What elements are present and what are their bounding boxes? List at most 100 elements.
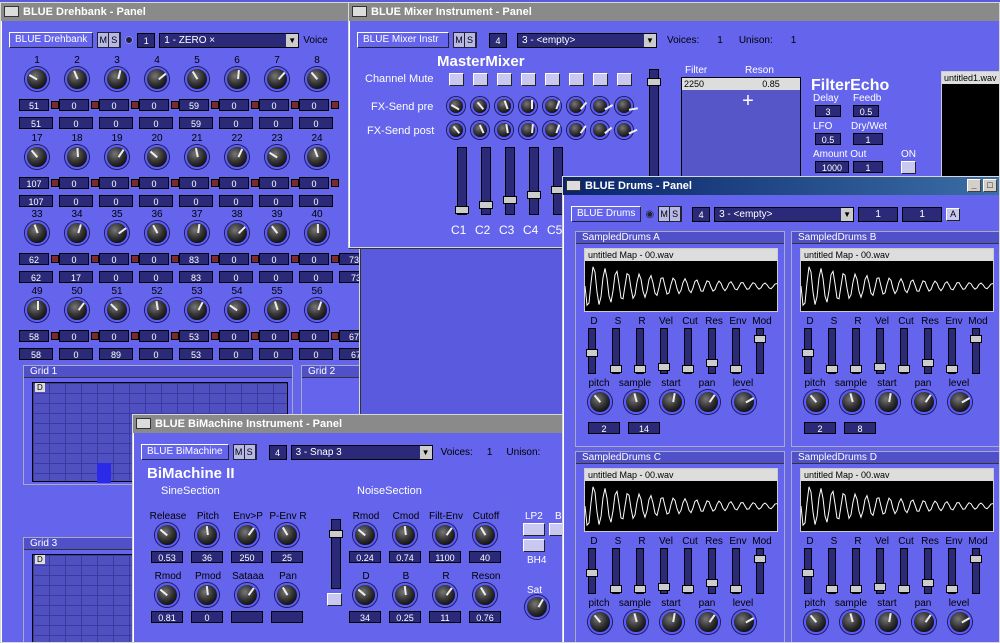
knob-value-2[interactable]: 0 [139, 195, 173, 207]
bimachine-knob[interactable] [235, 583, 259, 607]
mod-marker[interactable] [251, 101, 259, 109]
mod-marker[interactable] [331, 101, 339, 109]
pitch-value[interactable]: 2 [588, 422, 620, 434]
mod-marker[interactable] [331, 332, 339, 340]
bimachine-knob-value[interactable]: 0.74 [389, 551, 421, 563]
knob-value-2[interactable]: 73 [339, 271, 359, 283]
drum-knob[interactable] [912, 610, 936, 634]
knob-value-2[interactable]: 0 [59, 195, 93, 207]
rotary-knob[interactable] [145, 298, 169, 322]
rotary-knob[interactable] [185, 145, 209, 169]
rotary-knob[interactable] [305, 145, 329, 169]
drum-knob[interactable] [732, 610, 756, 634]
knob-value-2[interactable]: 0 [299, 271, 333, 283]
knob-value[interactable]: 107 [19, 177, 49, 189]
bimachine-knob-value[interactable]: 11 [429, 611, 461, 623]
knob-value[interactable]: 0 [59, 330, 89, 342]
knob-value-2[interactable]: 62 [19, 271, 53, 283]
rotary-knob[interactable] [145, 145, 169, 169]
knob-value[interactable]: 0 [219, 177, 249, 189]
fx-send-pre-knob[interactable] [495, 97, 513, 115]
fx-send-pre-knob[interactable] [447, 97, 465, 115]
channel-mute-button[interactable] [569, 73, 584, 86]
mod-marker[interactable] [211, 179, 219, 187]
rotary-knob[interactable] [105, 67, 129, 91]
fx-send-pre-knob[interactable] [519, 97, 537, 115]
drum-knob[interactable] [840, 610, 864, 634]
envelope-fader[interactable] [634, 328, 646, 374]
mod-marker[interactable] [91, 101, 99, 109]
rotary-knob[interactable] [225, 145, 249, 169]
mod-marker[interactable] [251, 332, 259, 340]
grid-3-area[interactable]: D [32, 554, 142, 642]
bimachine-knob-value[interactable]: 0.24 [349, 551, 381, 563]
bimachine-knob[interactable] [275, 523, 299, 547]
rotary-knob[interactable] [265, 145, 289, 169]
envelope-fader[interactable] [946, 548, 958, 594]
rotary-knob[interactable] [225, 298, 249, 322]
knob-value-2[interactable]: 0 [59, 348, 93, 360]
knob-value-2[interactable]: 0 [259, 195, 293, 207]
mod-marker[interactable] [251, 179, 259, 187]
bimachine-knob[interactable] [353, 583, 377, 607]
fx-send-post-knob[interactable] [519, 121, 537, 139]
drum-knob[interactable] [948, 610, 972, 634]
pitch-value[interactable]: 2 [804, 422, 836, 434]
envelope-fader[interactable] [874, 328, 886, 374]
mod-marker[interactable] [171, 255, 179, 263]
drum-knob[interactable] [660, 610, 684, 634]
knob-value[interactable]: 62 [19, 253, 49, 265]
mod-marker[interactable] [291, 179, 299, 187]
knob-value-2[interactable]: 0 [179, 195, 213, 207]
fx-send-pre-knob[interactable] [543, 97, 561, 115]
fx-send-post-knob[interactable] [591, 121, 609, 139]
knob-value-2[interactable]: 0 [219, 348, 253, 360]
waveform-display[interactable]: untitled Map - 00.wav [584, 468, 778, 532]
knob-value[interactable]: 53 [179, 330, 209, 342]
bimachine-knob[interactable] [353, 523, 377, 547]
knob-value-2[interactable]: 89 [99, 348, 133, 360]
knob-value[interactable]: 0 [59, 99, 89, 111]
mod-marker[interactable] [331, 179, 339, 187]
mod-marker[interactable] [251, 255, 259, 263]
drum-knob[interactable] [660, 390, 684, 414]
rotary-knob[interactable] [145, 221, 169, 245]
knob-value[interactable]: 58 [19, 330, 49, 342]
bimachine-knob[interactable] [235, 523, 259, 547]
rotary-knob[interactable] [105, 298, 129, 322]
sat-knob[interactable] [525, 595, 549, 619]
bimachine-knob-value[interactable]: 250 [231, 551, 263, 563]
knob-value[interactable]: 51 [19, 99, 49, 111]
bimachine-knob[interactable] [155, 583, 179, 607]
rotary-knob[interactable] [185, 298, 209, 322]
knob-value-2[interactable]: 0 [299, 195, 333, 207]
drum-knob[interactable] [912, 390, 936, 414]
envelope-fader[interactable] [610, 328, 622, 374]
envelope-fader[interactable] [802, 328, 814, 374]
knob-value[interactable]: 0 [139, 99, 169, 111]
delay-value[interactable]: 3 [815, 105, 841, 117]
rotary-knob[interactable] [185, 67, 209, 91]
knob-value-2[interactable]: 0 [259, 348, 293, 360]
rotary-knob[interactable] [305, 221, 329, 245]
bimachine-knob[interactable] [155, 523, 179, 547]
fx-send-pre-knob[interactable] [615, 97, 633, 115]
drum-knob[interactable] [948, 390, 972, 414]
bimachine-knob[interactable] [195, 583, 219, 607]
envelope-fader[interactable] [586, 328, 598, 374]
bimachine-knob-value[interactable]: 1100 [429, 551, 461, 563]
mod-marker[interactable] [171, 101, 179, 109]
bimachine-knob-value[interactable]: 40 [469, 551, 501, 563]
knob-value-2[interactable]: 17 [59, 271, 93, 283]
rotary-knob[interactable] [105, 221, 129, 245]
knob-value[interactable]: 0 [299, 177, 329, 189]
waveform-display[interactable]: untitled Map - 00.wav [800, 248, 994, 312]
bimachine-knob-value[interactable] [231, 611, 263, 623]
drum-knob[interactable] [588, 390, 612, 414]
on-toggle[interactable] [901, 161, 916, 174]
mod-marker[interactable] [51, 101, 59, 109]
envelope-fader[interactable] [658, 328, 670, 374]
envelope-fader[interactable] [970, 328, 982, 374]
fx-send-pre-knob[interactable] [471, 97, 489, 115]
rotary-knob[interactable] [25, 298, 49, 322]
